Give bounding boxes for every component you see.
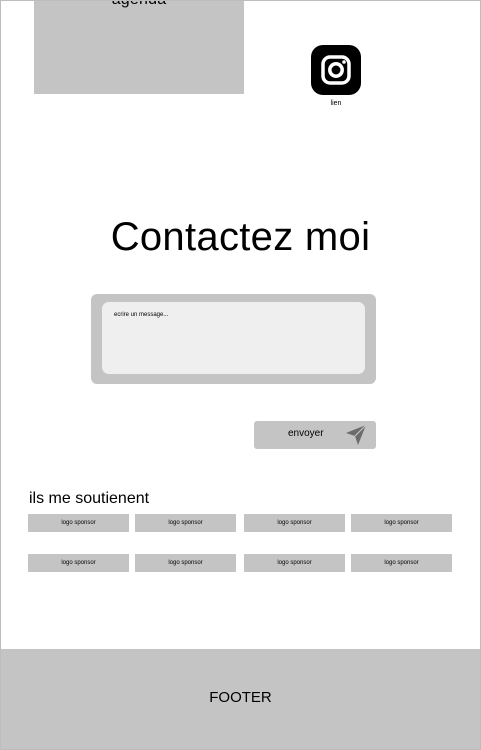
agenda-block[interactable]: agenda (34, 1, 244, 94)
sponsor-logo[interactable]: logo sponsor (351, 554, 452, 572)
agenda-label: agenda (34, 1, 244, 9)
send-button-label: envoyer (288, 428, 324, 439)
sponsor-logo[interactable]: logo sponsor (28, 554, 129, 572)
sponsor-logo[interactable]: logo sponsor (351, 514, 452, 532)
paper-plane-icon (344, 423, 368, 452)
sponsor-logo[interactable]: logo sponsor (28, 514, 129, 532)
message-box (91, 294, 376, 384)
sponsor-logo[interactable]: logo sponsor (244, 554, 345, 572)
sponsor-logo[interactable]: logo sponsor (135, 554, 236, 572)
footer-label: FOOTER (209, 689, 272, 706)
send-button[interactable]: envoyer (254, 421, 376, 449)
sponsor-logo[interactable]: logo sponsor (135, 514, 236, 532)
instagram-link[interactable]: lien (312, 100, 360, 107)
sponsor-logo[interactable]: logo sponsor (244, 514, 345, 532)
footer: FOOTER (1, 649, 480, 749)
page: agenda lien Contactez moi envoyer ils me… (0, 0, 481, 750)
contact-title: Contactez moi (110, 215, 371, 259)
instagram-icon[interactable] (311, 45, 361, 95)
message-input[interactable] (102, 302, 365, 374)
sponsors-title: ils me soutienent (29, 490, 150, 507)
